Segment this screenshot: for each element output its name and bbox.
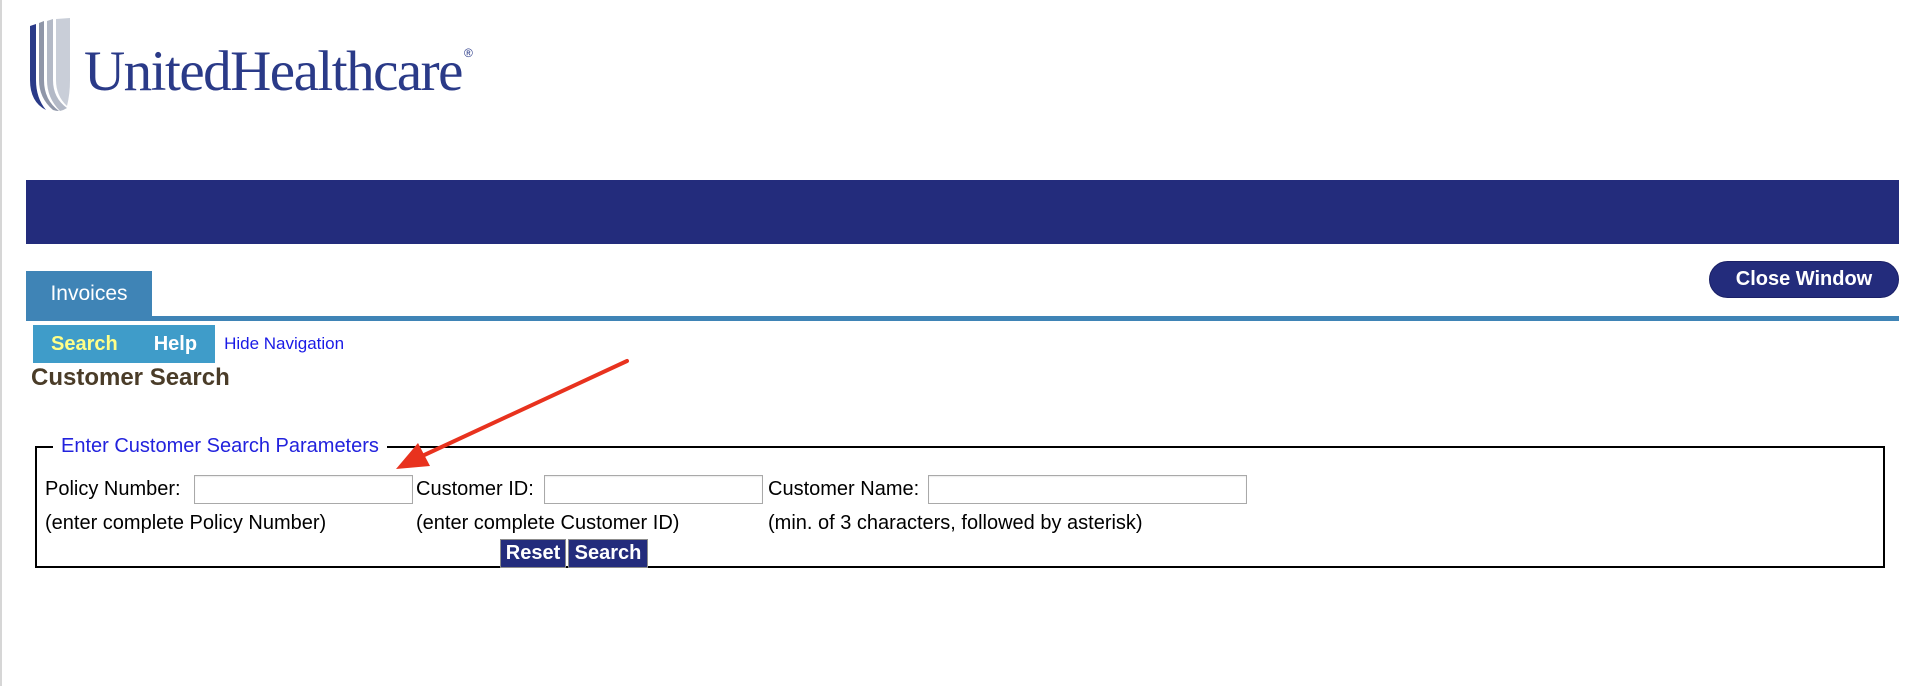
policy-number-hint: (enter complete Policy Number): [45, 512, 327, 534]
subnav-item-help[interactable]: Help: [154, 333, 197, 356]
customer-name-input[interactable]: [928, 475, 1247, 504]
page-title: Customer Search: [31, 364, 230, 391]
page: UnitedHealthcare ® Invoices Close Window …: [0, 0, 1920, 686]
customer-name-hint: (min. of 3 characters, followed by aster…: [768, 512, 1143, 534]
form-legend: Enter Customer Search Parameters: [53, 433, 387, 459]
subnav-item-search[interactable]: Search: [51, 333, 118, 356]
customer-name-label: Customer Name:: [768, 478, 920, 500]
sub-navigation: Search Help Hide Navigation: [33, 325, 344, 363]
close-window-label: Close Window: [1735, 268, 1873, 290]
subnav-bar: Search Help: [33, 325, 216, 363]
customer-id-input[interactable]: [544, 475, 763, 504]
hide-navigation-link[interactable]: Hide Navigation: [224, 334, 344, 354]
customer-search-form: Enter Customer Search Parameters Policy …: [35, 433, 1885, 568]
customer-id-label: Customer ID:: [416, 478, 534, 500]
tab-label: Invoices: [50, 281, 128, 305]
customer-id-hint: (enter complete Customer ID): [416, 512, 680, 534]
search-button[interactable]: Search: [568, 539, 648, 568]
close-window-button[interactable]: Close Window: [1709, 261, 1899, 298]
tab-invoices[interactable]: Invoices: [26, 271, 152, 316]
reset-button[interactable]: Reset: [500, 539, 566, 568]
tab-bar: Invoices Close Window: [26, 261, 1899, 321]
left-border: [0, 0, 2, 686]
header-banner: [26, 180, 1899, 244]
brand-logo: UnitedHealthcare ®: [26, 18, 473, 114]
uhc-shield-logo-icon: [26, 18, 70, 114]
policy-number-input[interactable]: [194, 475, 413, 504]
tab-underline: [26, 316, 1899, 321]
policy-number-label: Policy Number:: [45, 478, 181, 500]
brand-wordmark: UnitedHealthcare ®: [84, 39, 473, 103]
